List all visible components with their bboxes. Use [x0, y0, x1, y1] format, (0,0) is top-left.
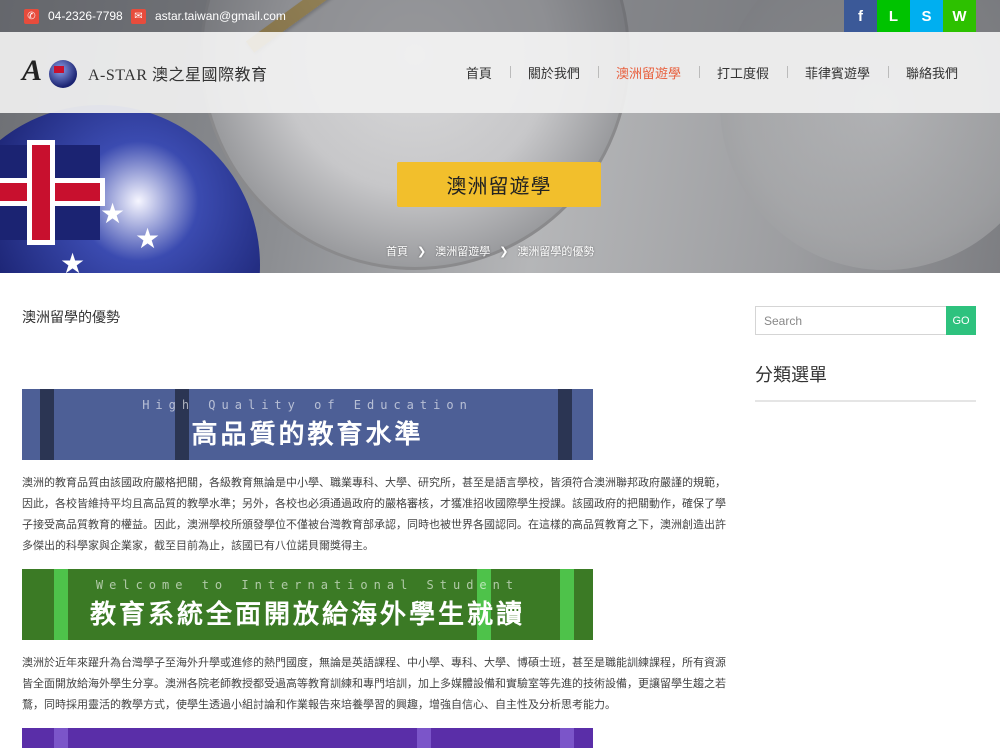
breadcrumb-chevron-icon: ❯ [499, 244, 509, 258]
top-contact-bar: ✆ 04-2326-7798 ✉ astar.taiwan@gmail.com … [0, 0, 1000, 32]
banner-subtitle: High Quality of Education [142, 398, 473, 412]
education-quality-banner: High Quality of Education 高品質的教育水準 [22, 389, 593, 460]
banner-subtitle: Welcome to International Student [95, 578, 520, 592]
social-links: fLSW [844, 0, 976, 32]
skype-icon[interactable]: S [910, 0, 943, 32]
page-title: 澳洲留遊學 [397, 162, 601, 207]
nav-item[interactable]: 澳洲留遊學 [597, 63, 699, 82]
email-address: astar.taiwan@gmail.com [155, 9, 286, 23]
logo-mark: A [22, 54, 80, 90]
star-icon: ★ [100, 197, 126, 230]
phone-icon: ✆ [24, 8, 39, 24]
main-navbar: A A-STAR 澳之星國際教育 首頁 關於我們 澳洲留遊學 打工度假 菲律賓遊學 聯絡我… [0, 32, 1000, 113]
wechat-icon[interactable]: W [943, 0, 976, 32]
logo-globe-icon [49, 60, 77, 88]
search-go-button[interactable]: GO [946, 306, 976, 335]
search-form: Search GO [755, 306, 976, 335]
main-menu: 首頁 關於我們 澳洲留遊學 打工度假 菲律賓遊學 聯絡我們 [448, 32, 976, 113]
star-icon: ★ [60, 247, 86, 274]
nav-item[interactable]: 聯絡我們 [887, 63, 976, 82]
facebook-icon[interactable]: f [844, 0, 877, 32]
sidebar: Search GO 分類選單 [755, 306, 976, 402]
banner-heading: 高品質的教育水準 [191, 420, 424, 450]
paragraph: 澳洲於近年來躍升為台灣學子至海外升學或進修的熱門國度，無論是英語課程、中小學、專… [22, 656, 726, 711]
breadcrumb: 首頁 ❯ 澳洲留遊學 ❯ 澳洲留學的優勢 [386, 243, 594, 259]
logo-letter: A [22, 54, 43, 87]
international-student-banner: Welcome to International Student 教育系統全面開… [22, 569, 593, 640]
email-icon: ✉ [131, 8, 146, 24]
phone-number: 04-2326-7798 [48, 9, 123, 23]
post-content: 澳洲留學的優勢 High Quality of Education 高品質的教育… [22, 300, 732, 748]
site-logo[interactable]: A A-STAR 澳之星國際教育 [22, 54, 268, 90]
breadcrumb-home[interactable]: 首頁 [386, 243, 408, 259]
nav-item[interactable]: 首頁 [448, 63, 510, 82]
paragraph: 澳洲的教育品質由該國政府嚴格把關，各級教育無論是中小學、職業專科、大學、研究所，… [22, 476, 726, 552]
email-contact[interactable]: ✉ astar.taiwan@gmail.com [131, 0, 286, 32]
nav-item[interactable]: 關於我們 [509, 63, 598, 82]
phone-contact[interactable]: ✆ 04-2326-7798 [24, 0, 123, 32]
breadcrumb-current: 澳洲留學的優勢 [517, 245, 595, 258]
breadcrumb-category[interactable]: 澳洲留遊學 [435, 243, 490, 259]
line-icon[interactable]: L [877, 0, 910, 32]
star-icon: ★ [135, 222, 161, 255]
search-input[interactable]: Search [755, 306, 946, 335]
nav-item[interactable]: 菲律賓遊學 [786, 63, 888, 82]
banner-heading: 教育系統全面開放給海外學生就讀 [89, 600, 525, 630]
site-name: A-STAR 澳之星國際教育 [88, 67, 268, 84]
breadcrumb-chevron-icon: ❯ [417, 244, 427, 258]
third-banner [22, 728, 593, 748]
union-jack-image [0, 145, 100, 240]
category-menu-title: 分類選單 [755, 361, 976, 402]
nav-item[interactable]: 打工度假 [698, 63, 787, 82]
post-title: 澳洲留學的優勢 [22, 310, 120, 326]
